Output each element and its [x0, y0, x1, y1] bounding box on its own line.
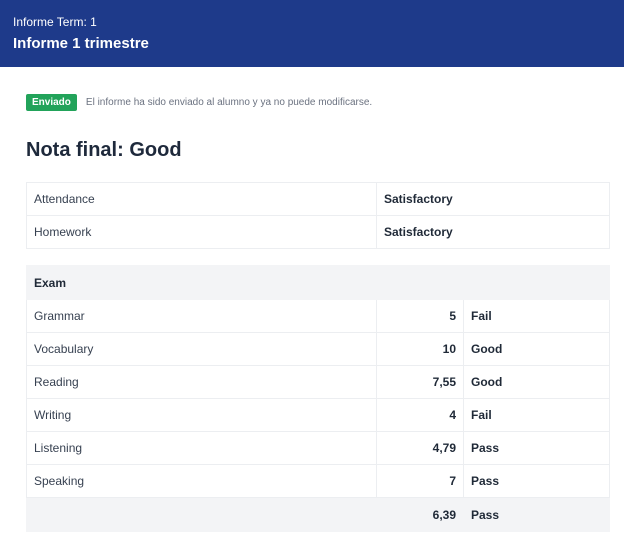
report-title: Informe 1 trimestre: [13, 35, 149, 52]
exam-skill-label: Vocabulary: [26, 332, 377, 366]
table-row: Homework Satisfactory: [26, 215, 610, 249]
exam-score: 4,79: [376, 431, 464, 465]
exam-skill-label: Reading: [26, 365, 377, 399]
exam-skill-label: Speaking: [26, 464, 377, 498]
exam-result: Fail: [463, 299, 610, 333]
exam-result: Pass: [463, 431, 610, 465]
exam-total-spacer: [26, 497, 377, 532]
status-badge: Enviado: [26, 93, 77, 111]
summary-label: Homework: [26, 215, 377, 249]
summary-value: Satisfactory: [376, 182, 610, 216]
exam-skill-label: Listening: [26, 431, 377, 465]
exam-total-result: Pass: [463, 497, 610, 532]
exam-result: Good: [463, 332, 610, 366]
exam-score: 7,55: [376, 365, 464, 399]
exam-result: Fail: [463, 398, 610, 432]
exam-total-row: 6,39 Pass: [26, 497, 610, 532]
exam-score: 5: [376, 299, 464, 333]
exam-skill-label: Grammar: [26, 299, 377, 333]
summary-value: Satisfactory: [376, 215, 610, 249]
exam-table: Exam Grammar 5 Fail Vocabulary 10 Good R…: [26, 265, 610, 532]
table-row: Reading 7,55 Good: [26, 365, 610, 399]
table-row: Listening 4,79 Pass: [26, 431, 610, 465]
exam-total-score: 6,39: [376, 497, 464, 532]
report-term-subtitle: Informe Term: 1: [13, 15, 97, 29]
exam-score: 7: [376, 464, 464, 498]
exam-header-row: Exam: [26, 265, 610, 300]
table-row: Vocabulary 10 Good: [26, 332, 610, 366]
table-row: Grammar 5 Fail: [26, 299, 610, 333]
table-row: Attendance Satisfactory: [26, 182, 610, 216]
notice-text: El informe ha sido enviado al alumno y y…: [85, 96, 373, 108]
report-header: Informe Term: 1 Informe 1 trimestre: [0, 0, 624, 67]
submission-notice: Enviado El informe ha sido enviado al al…: [26, 93, 372, 111]
table-row: Writing 4 Fail: [26, 398, 610, 432]
summary-table: Attendance Satisfactory Homework Satisfa…: [26, 182, 610, 249]
exam-score: 10: [376, 332, 464, 366]
table-row: Speaking 7 Pass: [26, 464, 610, 498]
final-grade-heading: Nota final: Good: [26, 139, 182, 161]
exam-result: Good: [463, 365, 610, 399]
exam-skill-label: Writing: [26, 398, 377, 432]
exam-result: Pass: [463, 464, 610, 498]
exam-heading: Exam: [26, 265, 610, 300]
exam-score: 4: [376, 398, 464, 432]
summary-label: Attendance: [26, 182, 377, 216]
